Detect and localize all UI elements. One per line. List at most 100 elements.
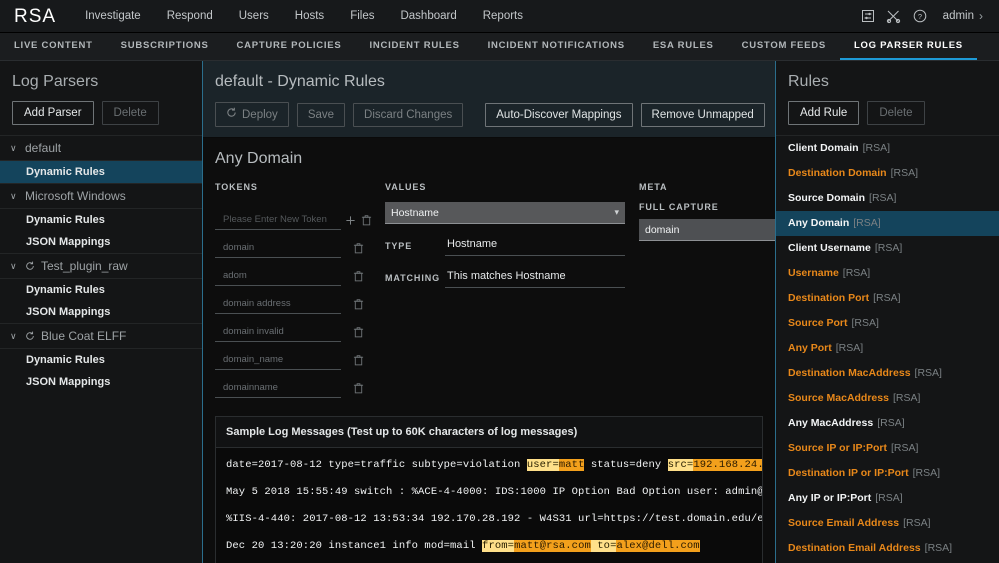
tree-group-label: Blue Coat ELFF xyxy=(41,329,126,343)
sample-log-body[interactable]: date=2017-08-12 type=traffic subtype=vio… xyxy=(216,448,762,563)
save-button[interactable]: Save xyxy=(297,103,345,127)
rule-list-item[interactable]: Source MacAddress[RSA] xyxy=(776,386,999,411)
nav-item-respond[interactable]: Respond xyxy=(154,0,226,33)
rule-list-item[interactable]: Destination Domain[RSA] xyxy=(776,161,999,186)
log-text: status=deny xyxy=(584,459,667,471)
token-input[interactable]: domainname xyxy=(215,376,341,398)
rule-list-item[interactable]: Source Domain[RSA] xyxy=(776,186,999,211)
rule-list-item[interactable]: Any Port[RSA] xyxy=(776,336,999,361)
refresh-icon xyxy=(226,107,237,122)
tree-group-label: Test_plugin_raw xyxy=(41,259,128,273)
value-select[interactable]: Hostname ▾ xyxy=(385,202,625,224)
type-label: Type xyxy=(385,241,445,256)
new-token-row: Please Enter New Token xyxy=(215,202,375,230)
rule-list-item[interactable]: Any IP or IP:Port[RSA] xyxy=(776,486,999,511)
token-row: domain address xyxy=(215,286,375,314)
editor-toolbar: Deploy Save Discard Changes Auto-Discove… xyxy=(215,102,763,127)
tree-item-json-mappings[interactable]: JSON Mappings xyxy=(0,301,202,323)
delete-token-icon[interactable] xyxy=(353,270,364,282)
type-value[interactable]: Hostname xyxy=(445,238,625,256)
nav-item-reports[interactable]: Reports xyxy=(470,0,536,33)
log-text: %IIS-4-440: 2017-08-12 13:53:34 192.170.… xyxy=(226,513,762,525)
tab-incident-notifications[interactable]: Incident Notifications xyxy=(474,33,639,60)
rule-list-item[interactable]: Source IP or IP:Port[RSA] xyxy=(776,436,999,461)
tasks-icon[interactable] xyxy=(855,0,881,33)
meta-column: Meta Full Capture domain ▾ xyxy=(625,182,800,398)
tree-item-dynamic-rules[interactable]: Dynamic Rules xyxy=(0,209,202,231)
delete-token-icon[interactable] xyxy=(353,326,364,338)
tree-group-microsoft-windows[interactable]: ∨Microsoft Windows xyxy=(0,183,202,209)
rule-name: Destination IP or IP:Port xyxy=(788,467,909,479)
rule-list-item[interactable]: Any Domain[RSA] xyxy=(776,211,999,236)
tree-group-test-plugin-raw[interactable]: ∨Test_plugin_raw xyxy=(0,253,202,279)
rule-list-item[interactable]: Any MacAddress[RSA] xyxy=(776,411,999,436)
deploy-button[interactable]: Deploy xyxy=(215,102,289,127)
rule-list-item[interactable]: Destination Email Address[RSA] xyxy=(776,536,999,561)
tree-group-blue-coat-elff[interactable]: ∨Blue Coat ELFF xyxy=(0,323,202,349)
rules-list: Client Domain[RSA]Destination Domain[RSA… xyxy=(776,135,999,563)
token-row: domain invalid xyxy=(215,314,375,342)
add-rule-button[interactable]: Add Rule xyxy=(788,101,859,125)
log-text: Dec 20 13:20:20 instance1 info mod=mail xyxy=(226,540,482,552)
nav-item-dashboard[interactable]: Dashboard xyxy=(387,0,469,33)
tokens-column: Tokens Please Enter New Tokendomainadomd… xyxy=(215,182,375,398)
top-navigation-bar: RSA InvestigateRespondUsersHostsFilesDas… xyxy=(0,0,999,33)
token-input[interactable]: domain invalid xyxy=(215,320,341,342)
add-token-icon[interactable] xyxy=(345,215,356,226)
token-input[interactable]: adom xyxy=(215,264,341,286)
tab-live-content[interactable]: Live Content xyxy=(0,33,107,60)
rule-list-item[interactable]: Destination IP or IP:Port[RSA] xyxy=(776,461,999,486)
tab-subscriptions[interactable]: Subscriptions xyxy=(107,33,223,60)
tools-icon[interactable] xyxy=(881,0,907,33)
tree-item-json-mappings[interactable]: JSON Mappings xyxy=(0,371,202,393)
rule-name: Any Domain xyxy=(788,217,849,229)
rule-list-item[interactable]: Destination Port[RSA] xyxy=(776,286,999,311)
rule-list-item[interactable]: Source Port[RSA] xyxy=(776,311,999,336)
user-name: admin xyxy=(943,10,974,22)
rule-source-tag: [RSA] xyxy=(873,292,900,304)
delete-parser-button[interactable]: Delete xyxy=(102,101,159,125)
new-token-input[interactable]: Please Enter New Token xyxy=(215,208,341,230)
config-sub-navigation: Live ContentSubscriptionsCapture Policie… xyxy=(0,33,999,61)
tab-esa-rules[interactable]: ESA Rules xyxy=(639,33,728,60)
tree-item-dynamic-rules[interactable]: Dynamic Rules xyxy=(0,349,202,371)
rule-list-item[interactable]: Client Domain[RSA] xyxy=(776,136,999,161)
tab-log-parser-rules[interactable]: Log Parser Rules xyxy=(840,33,977,60)
token-input[interactable]: domain address xyxy=(215,292,341,314)
tab-capture-policies[interactable]: Capture Policies xyxy=(223,33,356,60)
delete-rule-button[interactable]: Delete xyxy=(867,101,924,125)
tree-group-default[interactable]: ∨default xyxy=(0,135,202,161)
matching-value[interactable]: This matches Hostname xyxy=(445,270,625,288)
tree-item-dynamic-rules[interactable]: Dynamic Rules xyxy=(0,161,202,183)
token-input[interactable]: domain xyxy=(215,236,341,258)
tab-custom-feeds[interactable]: Custom Feeds xyxy=(728,33,840,60)
delete-token-icon[interactable] xyxy=(353,242,364,254)
rule-list-item[interactable]: Source Email Address[RSA] xyxy=(776,511,999,536)
delete-token-icon[interactable] xyxy=(353,354,364,366)
help-icon[interactable]: ? xyxy=(907,0,933,33)
nav-item-hosts[interactable]: Hosts xyxy=(282,0,337,33)
highlight-key: from= xyxy=(482,540,514,552)
nav-item-users[interactable]: Users xyxy=(226,0,282,33)
auto-discover-mappings-button[interactable]: Auto-Discover Mappings xyxy=(485,103,632,127)
delete-token-icon[interactable] xyxy=(361,214,372,226)
nav-item-investigate[interactable]: Investigate xyxy=(72,0,154,33)
delete-token-icon[interactable] xyxy=(353,298,364,310)
token-input[interactable]: domain_name xyxy=(215,348,341,370)
rule-list-item[interactable]: Client Username[RSA] xyxy=(776,236,999,261)
rule-list-item[interactable]: Username[RSA] xyxy=(776,261,999,286)
rule-name: Client Domain xyxy=(788,142,859,154)
highlight-value: alex@dell.com xyxy=(616,540,699,552)
delete-token-icon[interactable] xyxy=(353,382,364,394)
tree-item-dynamic-rules[interactable]: Dynamic Rules xyxy=(0,279,202,301)
rule-source-tag: [RSA] xyxy=(869,192,896,204)
discard-changes-button[interactable]: Discard Changes xyxy=(353,103,463,127)
rule-source-tag: [RSA] xyxy=(836,342,863,354)
tab-incident-rules[interactable]: Incident Rules xyxy=(355,33,473,60)
remove-unmapped-button[interactable]: Remove Unmapped xyxy=(641,103,765,127)
user-menu[interactable]: admin › xyxy=(933,9,989,23)
nav-item-files[interactable]: Files xyxy=(337,0,387,33)
add-parser-button[interactable]: Add Parser xyxy=(12,101,94,125)
rule-list-item[interactable]: Destination MacAddress[RSA] xyxy=(776,361,999,386)
tree-item-json-mappings[interactable]: JSON Mappings xyxy=(0,231,202,253)
